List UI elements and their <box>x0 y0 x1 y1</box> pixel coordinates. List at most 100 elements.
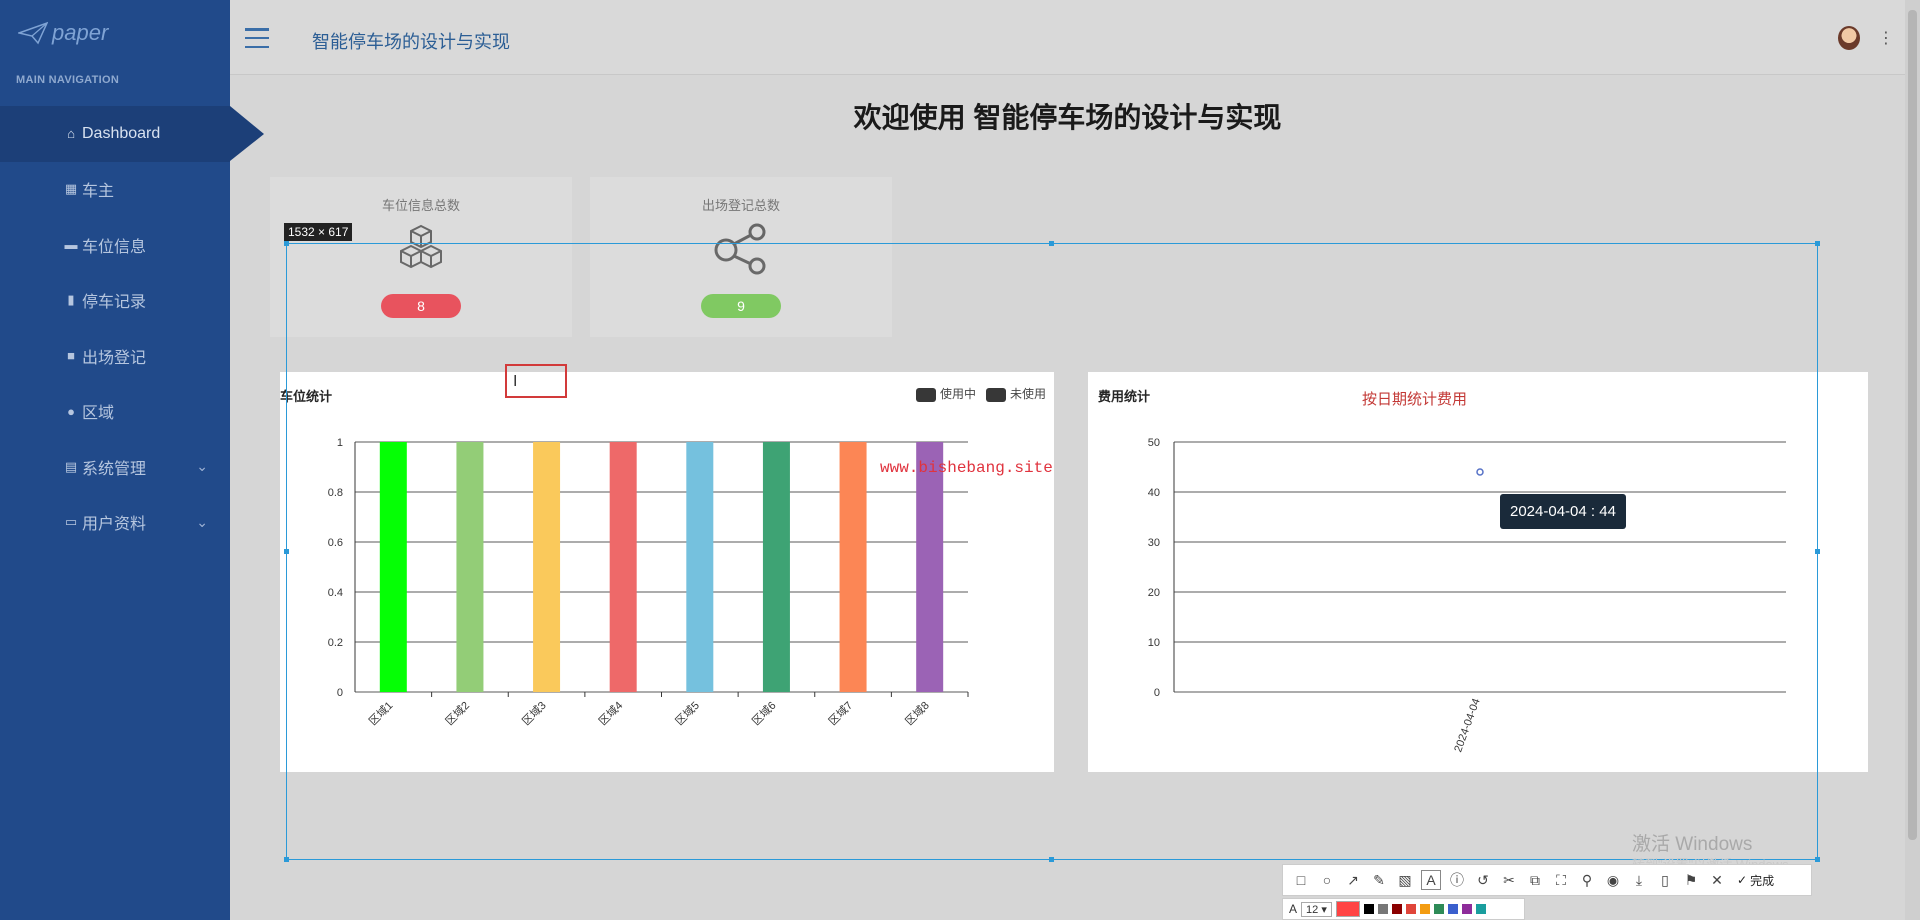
number-tool-icon[interactable]: ⓘ <box>1447 870 1467 890</box>
undo-icon[interactable]: ↺ <box>1473 870 1493 890</box>
x-tick-label: 区域8 <box>903 699 932 728</box>
sidebar-item-parking-records[interactable]: ▮ 停车记录 <box>0 273 230 329</box>
x-tick-label: 区域4 <box>596 699 625 728</box>
color-swatch[interactable] <box>1475 904 1486 914</box>
y-tick-label: 50 <box>1148 437 1160 449</box>
sidebar-item-user-profile[interactable]: ▭ 用户资料 ⌄ <box>0 495 230 551</box>
home-icon: ⌂ <box>67 126 75 142</box>
bookmark-icon[interactable]: ⚑ <box>1681 870 1701 890</box>
color-swatch[interactable] <box>1377 904 1388 914</box>
close-icon[interactable]: ✕ <box>1707 870 1727 890</box>
scrollbar-thumb[interactable] <box>1908 10 1917 840</box>
resize-handle[interactable] <box>1815 241 1820 246</box>
nav-list: ⌂ Dashboard ▦ 车主 ▬ 车位信息 ▮ 停车记录 ■ 出场登记 ● … <box>0 106 264 551</box>
sidebar-item-label: 系统管理 <box>82 460 147 478</box>
sidebar-item-owner[interactable]: ▦ 车主 <box>0 162 230 218</box>
user-icon: ● <box>67 403 75 419</box>
ocr-icon[interactable]: ⛶ <box>1551 870 1571 890</box>
sidebar-item-label: 车位信息 <box>82 238 147 256</box>
windows-activation-notice: 激活 Windows <box>1632 834 1753 855</box>
current-color-swatch[interactable] <box>1335 901 1360 917</box>
text-cursor-icon: I <box>513 373 518 390</box>
comment-icon: ■ <box>67 348 75 364</box>
resize-handle[interactable] <box>284 549 289 554</box>
ellipse-tool-icon[interactable]: ○ <box>1317 870 1337 890</box>
bar <box>533 442 561 692</box>
color-swatch[interactable] <box>1433 904 1444 914</box>
bar <box>609 442 637 692</box>
y-tick-label: 0.2 <box>328 637 343 649</box>
sidebar-item-label: 出场登记 <box>82 349 147 367</box>
mosaic-tool-icon[interactable]: ▧ <box>1395 870 1415 890</box>
done-label: 完成 <box>1750 873 1775 888</box>
sidebar: paper MAIN NAVIGATION ⌂ Dashboard ▦ 车主 ▬… <box>0 0 264 920</box>
nav-header: MAIN NAVIGATION <box>16 74 120 86</box>
bar-chart-icon: ▮ <box>67 292 75 308</box>
sidebar-item-areas[interactable]: ● 区域 <box>0 384 230 440</box>
pen-tool-icon[interactable]: ✎ <box>1369 870 1389 890</box>
cut-icon[interactable]: ✂ <box>1499 870 1519 890</box>
x-tick-label: 2024-04-04 <box>1452 697 1483 754</box>
y-tick-label: 0.8 <box>328 487 343 499</box>
y-tick-label: 20 <box>1148 587 1160 599</box>
resize-handle[interactable] <box>1049 857 1054 862</box>
color-swatch[interactable] <box>1405 904 1416 914</box>
translate-icon[interactable]: ⧉ <box>1525 870 1545 890</box>
stat-badge: 9 <box>701 294 781 318</box>
fee-line-chart: 0 10 20 30 40 50 2024-04-04 <box>1148 437 1786 754</box>
annotation-text-box[interactable]: I <box>505 364 567 398</box>
y-tick-label: 30 <box>1148 537 1160 549</box>
fee-stats-panel: 费用统计 按日期统计费用 0 10 20 30 40 50 2024-04-04 <box>1088 372 1868 772</box>
done-button[interactable]: ✓ 完成 <box>1737 872 1774 889</box>
text-tool-icon[interactable]: A <box>1421 870 1441 890</box>
x-tick-label: 区域1 <box>366 699 395 728</box>
app-title: 智能停车场的设计与实现 <box>312 32 510 52</box>
stat-badge: 8 <box>381 294 461 318</box>
rectangle-tool-icon[interactable]: □ <box>1291 870 1311 890</box>
menu-toggle-icon[interactable] <box>245 28 269 48</box>
record-icon[interactable]: ◉ <box>1603 870 1623 890</box>
pin-icon[interactable]: ⚲ <box>1577 870 1597 890</box>
resize-handle[interactable] <box>284 857 289 862</box>
font-size-select[interactable]: 12 ▾ <box>1301 901 1332 917</box>
resize-handle[interactable] <box>284 241 289 246</box>
y-tick-label: 40 <box>1148 487 1160 499</box>
resize-handle[interactable] <box>1815 549 1820 554</box>
color-swatch[interactable] <box>1419 904 1430 914</box>
color-swatch[interactable] <box>1461 904 1472 914</box>
sidebar-item-dashboard[interactable]: ⌂ Dashboard <box>0 106 264 162</box>
sidebar-item-label: 用户资料 <box>82 516 147 534</box>
text-style-toolbar: A 12 ▾ <box>1282 898 1525 920</box>
bar <box>456 442 484 692</box>
cubes-icon <box>400 224 442 269</box>
resize-handle[interactable] <box>1815 857 1820 862</box>
color-swatch[interactable] <box>1391 904 1402 914</box>
table-icon: ▤ <box>64 458 78 474</box>
x-tick-label: 区域2 <box>443 699 472 728</box>
x-tick-label: 区域7 <box>826 699 855 728</box>
bar <box>762 442 790 692</box>
sidebar-item-system-management[interactable]: ▤ 系统管理 ⌄ <box>0 439 230 495</box>
grid-icon: ▦ <box>64 181 78 197</box>
more-options-icon[interactable]: ⋮ <box>1878 28 1894 48</box>
color-swatch[interactable] <box>1447 904 1458 914</box>
logo[interactable]: paper <box>18 20 108 46</box>
sidebar-item-parking-spaces[interactable]: ▬ 车位信息 <box>0 217 230 273</box>
sidebar-item-label: 停车记录 <box>82 294 147 312</box>
avatar[interactable] <box>1838 26 1860 50</box>
arrow-tool-icon[interactable]: ↗ <box>1343 870 1363 890</box>
chevron-down-icon: ⌄ <box>196 513 208 530</box>
font-icon: A <box>1289 902 1298 916</box>
download-icon[interactable]: ⤓ <box>1629 870 1649 890</box>
sidebar-item-label: 区域 <box>82 405 115 423</box>
page-title: 欢迎使用 智能停车场的设计与实现 <box>853 102 1282 133</box>
page-scrollbar[interactable] <box>1905 0 1920 920</box>
phone-icon[interactable]: ▯ <box>1655 870 1675 890</box>
chart-tooltip: 2024-04-04 : 44 <box>1500 494 1626 529</box>
sidebar-item-exit-registration[interactable]: ■ 出场登记 <box>0 328 230 384</box>
color-swatch[interactable] <box>1363 904 1374 914</box>
share-icon <box>714 223 766 275</box>
bar <box>839 442 867 692</box>
resize-handle[interactable] <box>1049 241 1054 246</box>
x-tick-label: 区域5 <box>673 699 702 728</box>
